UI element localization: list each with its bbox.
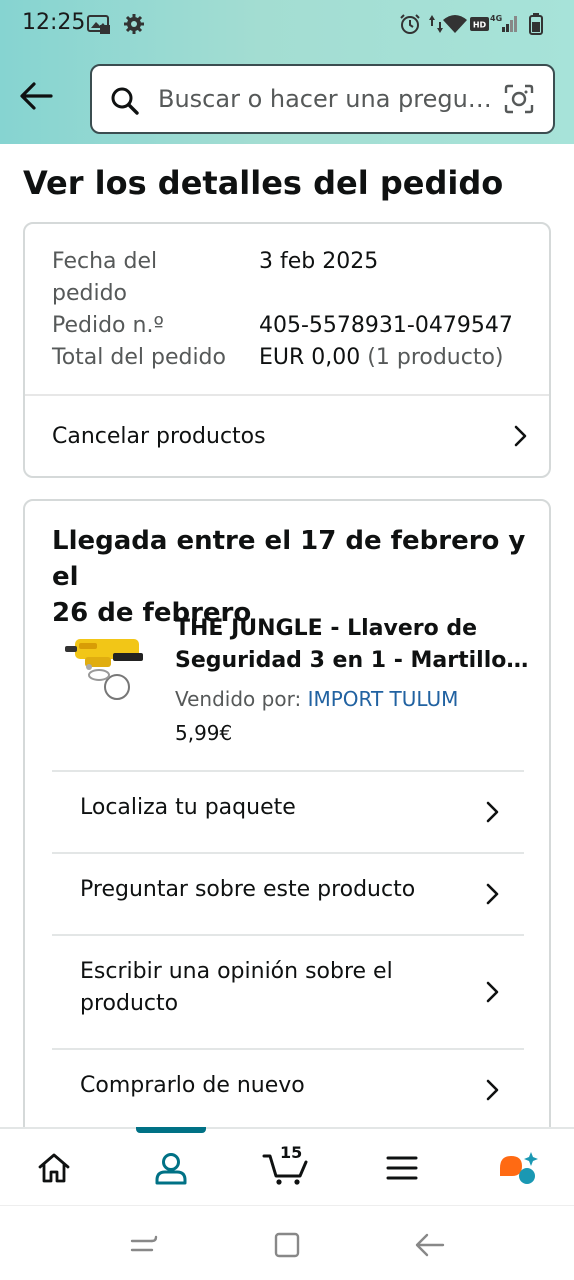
product-title-link[interactable]: THE JUNGLE - Llavero de Seguridad 3 en 1… <box>175 613 535 677</box>
nav-account[interactable] <box>131 1129 211 1207</box>
recent-apps-icon <box>130 1235 158 1252</box>
nav-home[interactable] <box>14 1129 94 1207</box>
battery-icon <box>528 12 544 36</box>
chevron-right-icon <box>486 1079 499 1101</box>
cancel-products-label: Cancelar productos <box>52 423 266 449</box>
system-navigation-bar <box>0 1205 574 1280</box>
search-bar[interactable]: Buscar o hacer una pregu… <box>90 64 555 134</box>
chevron-right-icon <box>486 801 499 823</box>
buy-again-label: Comprarlo de nuevo <box>80 1073 305 1098</box>
order-total-label: Total del pedido <box>52 345 226 370</box>
track-package-label: Localiza tu paquete <box>80 795 296 820</box>
order-number-value: 405-5578931-0479547 <box>259 313 513 338</box>
signal-4g-icon: 4G <box>490 12 522 36</box>
seller-info: Vendido por: IMPORT TULUM <box>175 687 458 711</box>
search-icon <box>110 86 140 120</box>
order-number-label: Pedido n.º <box>52 313 164 338</box>
track-package-row[interactable]: Localiza tu paquete <box>52 772 524 852</box>
write-review-line1: Escribir una opinión sobre el <box>80 959 393 984</box>
hd-badge-label: HD <box>473 21 487 30</box>
app-header: 12:25 HD 4G Buscar o hacer una pregu… <box>0 0 574 144</box>
order-date-label-line2: pedido <box>52 281 128 306</box>
back-system-button[interactable] <box>412 1228 446 1262</box>
seller-label: Vendido por: <box>175 687 302 711</box>
back-system-icon <box>415 1233 445 1257</box>
order-total-row: Total del pedido EUR 0,00 (1 producto) <box>25 342 553 374</box>
shipment-card: Llegada entre el 17 de febrero y el 26 d… <box>23 499 551 1139</box>
home-icon <box>38 1153 70 1183</box>
alarm-icon <box>398 12 422 36</box>
order-date-label-line1: Fecha del <box>52 249 158 274</box>
order-number-row: Pedido n.º 405-5578931-0479547 <box>25 310 553 342</box>
rufus-assistant-icon <box>500 1152 538 1184</box>
product-price: 5,99€ <box>175 721 233 745</box>
arrival-line1: Llegada entre el 17 de febrero y el <box>52 526 526 592</box>
buy-again-row[interactable]: Comprarlo de nuevo <box>52 1050 524 1130</box>
recent-apps-button[interactable] <box>126 1228 160 1262</box>
order-date-row: Fecha del pedido 3 feb 2025 <box>25 246 553 310</box>
network-label: 4G <box>490 14 502 23</box>
cancel-products-row[interactable]: Cancelar productos <box>52 396 532 476</box>
back-arrow-icon <box>20 82 53 110</box>
order-total-value: EUR 0,00 (1 producto) <box>259 342 504 374</box>
settings-gear-icon <box>122 12 146 36</box>
product-image[interactable] <box>65 635 149 711</box>
order-total-amount: EUR 0,00 <box>259 345 361 370</box>
camera-lens-icon[interactable] <box>503 83 535 119</box>
order-date-label: Fecha del pedido <box>52 246 252 310</box>
order-date-value: 3 feb 2025 <box>259 249 379 274</box>
chevron-right-icon <box>486 981 499 1003</box>
photo-icon <box>86 12 110 36</box>
order-total-count: (1 producto) <box>367 345 504 370</box>
bottom-navigation: 15 <box>0 1127 574 1205</box>
status-time: 12:25 <box>22 10 86 35</box>
product-title-line2: Seguridad 3 en 1 - Martillo R... <box>175 648 535 673</box>
order-summary-card: Fecha del pedido 3 feb 2025 Pedido n.º 4… <box>23 222 551 478</box>
back-button[interactable] <box>14 74 58 118</box>
wifi-icon <box>442 12 468 36</box>
nav-menu[interactable] <box>362 1129 442 1207</box>
menu-icon <box>386 1156 418 1180</box>
nav-assistant[interactable] <box>478 1129 558 1207</box>
write-review-line2: producto <box>80 991 179 1016</box>
ask-product-row[interactable]: Preguntar sobre este producto <box>52 854 524 934</box>
home-square-icon <box>274 1232 300 1258</box>
status-bar: 12:25 HD 4G <box>0 0 574 48</box>
ask-product-label: Preguntar sobre este producto <box>80 877 416 902</box>
chevron-right-icon <box>486 883 499 905</box>
product-title-line1: THE JUNGLE - Llavero de <box>175 616 478 641</box>
hd-badge-icon: HD <box>470 12 490 36</box>
nav-cart[interactable] <box>246 1129 326 1207</box>
cart-count-badge: 15 <box>280 1143 303 1162</box>
write-review-row[interactable]: Escribir una opinión sobre el producto <box>52 936 524 1048</box>
chevron-right-icon <box>514 425 527 447</box>
page-title: Ver los detalles del pedido <box>23 164 504 202</box>
account-icon <box>155 1153 187 1185</box>
home-system-button[interactable] <box>270 1228 304 1262</box>
search-input[interactable]: Buscar o hacer una pregu… <box>158 85 492 113</box>
seller-link[interactable]: IMPORT TULUM <box>308 687 459 711</box>
